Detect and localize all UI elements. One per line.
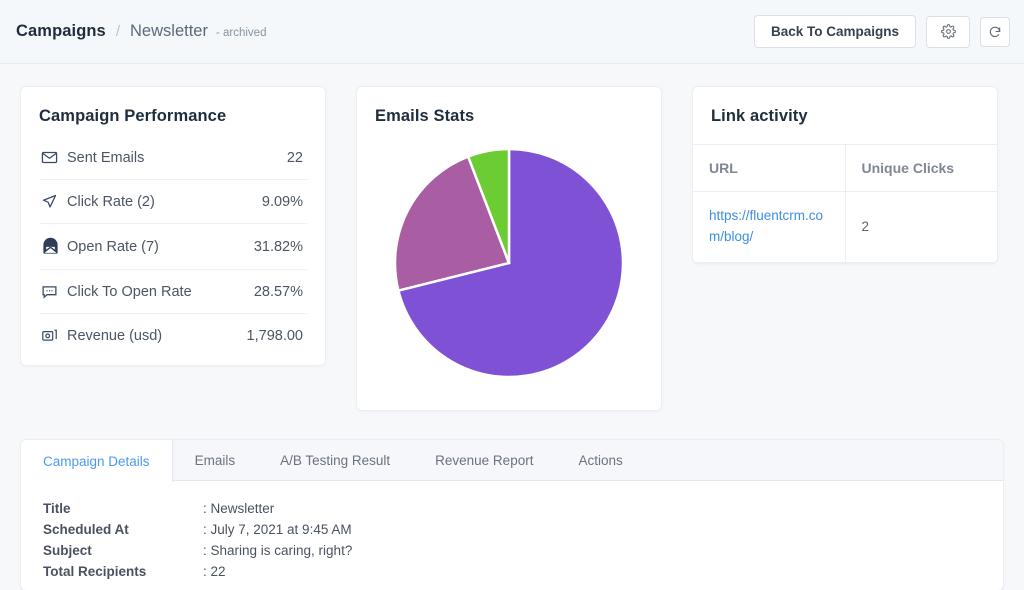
stats-row: Campaign Performance Sent Emails 22 Clic… [20,86,1004,411]
detail-value: : July 7, 2021 at 9:45 AM [203,521,352,537]
detail-row-title: Title : Newsletter [43,499,981,520]
emails-stats-title: Emails Stats [375,107,475,125]
status-badge: - archived [215,27,267,39]
detail-value: : Newsletter [203,501,275,516]
back-to-campaigns-button[interactable]: Back To Campaigns [753,14,916,49]
revenue-icon [41,327,67,344]
campaign-performance-title: Campaign Performance [39,107,227,125]
envelope-icon [41,149,67,166]
link-url[interactable]: https://fluentcrm.com/blog/ [709,206,829,248]
comment-icon [41,283,67,300]
breadcrumb-campaigns-link[interactable]: Campaigns [16,22,106,41]
tab-actions[interactable]: Actions [556,440,645,481]
column-header-url: URL [693,144,846,192]
tab-revenue-report[interactable]: Revenue Report [413,440,556,481]
metric-label: Click To Open Rate [67,283,192,300]
refresh-button[interactable] [980,16,1010,47]
pie-chart [375,136,643,390]
metric-value: 9.09% [261,193,303,210]
main-content: Campaign Performance Sent Emails 22 Clic… [0,64,1024,590]
table-row: https://fluentcrm.com/blog/ 2 [693,191,997,263]
detail-key: Title [43,501,71,516]
metric-value: 28.57% [253,283,303,300]
metric-label: Click Rate (2) [67,193,155,210]
breadcrumb: Campaigns / Newsletter - archived [16,22,266,41]
metric-label: Sent Emails [67,149,145,166]
tab-emails[interactable]: Emails [173,440,259,481]
metric-value: 22 [286,149,303,166]
table-header-row: URL Unique Clicks [693,144,997,192]
header-actions: Back To Campaigns [753,14,1010,49]
tab-ab-testing-result[interactable]: A/B Testing Result [258,440,413,481]
metric-row-revenue: Revenue (usd) 1,798.00 [39,314,307,357]
link-activity-card: Link activity URL Unique Clicks https://… [692,86,998,264]
page-header: Campaigns / Newsletter - archived Back T… [0,0,1024,64]
link-activity-table: URL Unique Clicks https://fluentcrm.com/… [693,144,997,263]
detail-row-subject: Subject : Sharing is caring, right? [43,541,981,562]
column-header-unique-clicks: Unique Clicks [845,144,997,192]
campaign-details-panel: Title : Newsletter Scheduled At : July 7… [21,481,1003,590]
detail-key: Scheduled At [43,521,129,537]
paper-plane-icon [41,193,67,210]
detail-row-total-recipients: Total Recipients : 22 [43,562,981,583]
link-activity-title: Link activity [711,107,808,125]
campaign-tabs-card: Campaign Details Emails A/B Testing Resu… [20,439,1004,590]
breadcrumb-separator: / [115,23,121,40]
metric-row-open-rate: Open Rate (7) 31.82% [39,224,307,270]
metric-row-click-to-open-rate: Click To Open Rate 28.57% [39,270,307,314]
gear-icon [940,24,956,39]
detail-value: : Sharing is caring, right? [203,542,353,558]
metric-row-sent-emails: Sent Emails 22 [39,136,307,180]
emails-stats-card: Emails Stats [356,86,662,411]
metric-row-click-rate: Click Rate (2) 9.09% [39,180,307,224]
metric-label: Open Rate (7) [67,238,159,255]
settings-button[interactable] [926,15,970,48]
detail-key: Subject [43,542,92,558]
tab-campaign-details[interactable]: Campaign Details [21,440,173,482]
tab-bar: Campaign Details Emails A/B Testing Resu… [21,440,1003,482]
breadcrumb-current-campaign: Newsletter [130,22,208,40]
open-envelope-icon [41,237,67,256]
metric-label: Revenue (usd) [67,327,163,344]
pie-chart-svg [393,147,625,379]
detail-row-scheduled-at: Scheduled At : July 7, 2021 at 9:45 AM [43,520,981,541]
cell-url: https://fluentcrm.com/blog/ [693,191,846,263]
metric-value: 1,798.00 [246,327,303,344]
cell-unique-clicks: 2 [845,191,997,263]
detail-value: : 22 [203,563,226,579]
metric-value: 31.82% [253,238,303,255]
campaign-performance-card: Campaign Performance Sent Emails 22 Clic… [20,86,326,366]
detail-key: Total Recipients [43,563,147,579]
refresh-icon [988,25,1002,39]
